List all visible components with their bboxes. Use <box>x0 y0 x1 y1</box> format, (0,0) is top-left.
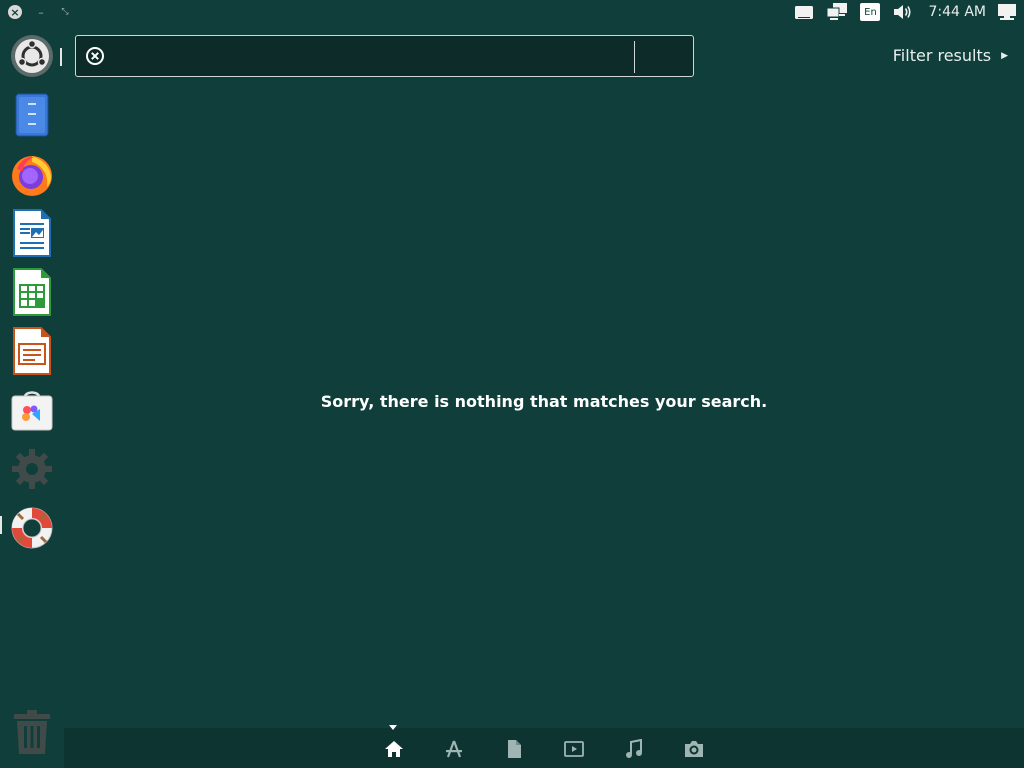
filter-results-label: Filter results <box>892 46 992 65</box>
home-icon <box>385 741 403 757</box>
applications-icon <box>446 740 462 758</box>
launcher-item-libreoffice-writer[interactable] <box>8 209 56 257</box>
system-menu-icon[interactable] <box>996 0 1018 24</box>
lens-video[interactable] <box>563 738 585 760</box>
lens-music[interactable] <box>623 738 645 760</box>
lens-bar <box>64 725 1024 768</box>
launcher-item-firefox[interactable] <box>8 150 56 198</box>
dash-active-pip <box>60 48 62 66</box>
clear-search-icon[interactable] <box>85 46 105 66</box>
launcher-item-files[interactable] <box>8 91 56 139</box>
trash-icon <box>14 710 50 754</box>
gear-icon <box>12 449 52 489</box>
lifebuoy-icon <box>11 507 53 549</box>
search-divider <box>634 41 635 73</box>
language-label: En <box>860 3 881 21</box>
lens-home[interactable] <box>383 738 405 760</box>
files-icon <box>15 93 49 137</box>
language-indicator[interactable]: En <box>860 0 881 24</box>
launcher-item-ubuntu-dash[interactable] <box>8 32 56 80</box>
minimize-window-button[interactable]: – <box>34 5 48 19</box>
calc-icon <box>13 268 51 316</box>
software-store-icon <box>11 391 53 431</box>
lens-files[interactable] <box>503 738 525 760</box>
document-icon <box>508 740 521 758</box>
lens-photos[interactable] <box>683 738 705 760</box>
keyboard-indicator-icon[interactable] <box>794 0 814 24</box>
launcher-item-system-settings[interactable] <box>8 445 56 493</box>
launcher <box>0 24 64 768</box>
launcher-item-ubuntu-software[interactable] <box>8 386 56 434</box>
ubuntu-logo-icon <box>11 35 53 77</box>
close-window-button[interactable]: × <box>8 5 22 19</box>
search-box[interactable] <box>75 35 694 77</box>
triangle-right-icon: ▶ <box>1001 50 1008 61</box>
clock[interactable]: 7:44 AM <box>928 4 986 20</box>
network-icon[interactable] <box>826 0 848 24</box>
launcher-item-help[interactable] <box>8 504 56 552</box>
indicator-area: En 7:44 AM <box>782 0 1024 24</box>
launcher-item-libreoffice-calc[interactable] <box>8 268 56 316</box>
lens-applications[interactable] <box>443 738 465 760</box>
help-active-pip <box>0 516 2 534</box>
launcher-item-trash[interactable] <box>8 708 56 756</box>
top-panel: × – ⤡ En 7:44 AM <box>0 0 1024 24</box>
launcher-item-libreoffice-impress[interactable] <box>8 327 56 375</box>
filter-results-toggle[interactable]: Filter results ▶ <box>893 46 1008 65</box>
firefox-icon <box>12 156 52 196</box>
writer-icon <box>13 209 51 257</box>
no-results-message: Sorry, there is nothing that matches you… <box>320 392 768 411</box>
active-lens-indicator <box>389 725 397 730</box>
maximize-window-button[interactable]: ⤡ <box>58 5 72 19</box>
music-icon <box>626 739 642 758</box>
camera-icon <box>685 741 703 757</box>
search-input[interactable] <box>116 38 666 74</box>
volume-icon[interactable] <box>892 0 914 24</box>
impress-icon <box>13 327 51 375</box>
video-icon <box>564 741 584 757</box>
